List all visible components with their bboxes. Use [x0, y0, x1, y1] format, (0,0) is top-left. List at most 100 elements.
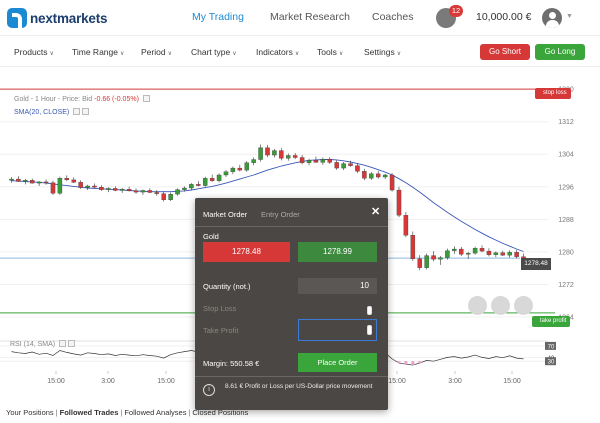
candle-body [113, 188, 118, 191]
settings-box-icon[interactable] [73, 108, 81, 115]
take-profit-tag[interactable]: take profit [532, 316, 571, 327]
candle-body [230, 167, 236, 172]
candle-body [299, 157, 305, 163]
x-tick-label: 3:00 [101, 378, 115, 385]
tab-separator: | [55, 408, 58, 417]
chevron-down-icon: ∨ [294, 51, 300, 57]
settings-box-icon[interactable] [142, 95, 150, 102]
close-icon[interactable]: ✕ [371, 205, 380, 218]
candle-body [292, 155, 298, 158]
go-long-button[interactable]: Go Long [535, 44, 585, 60]
candle-body [403, 215, 409, 236]
x-tick-label: 15:00 [157, 378, 175, 385]
instrument-name: Gold [203, 232, 219, 241]
nav-coaches[interactable]: Coaches [372, 11, 413, 23]
crosshair-icon[interactable] [514, 296, 533, 315]
candle-body [223, 171, 229, 176]
go-short-button[interactable]: Go Short [480, 44, 530, 60]
settings-box-icon[interactable] [59, 340, 67, 347]
sma-label: SMA(20, CLOSE) [14, 108, 90, 116]
tab-followed-analyses[interactable]: Followed Analyses [124, 408, 186, 417]
tab-your-positions[interactable]: Your Positions [6, 408, 54, 417]
candle-body [9, 178, 14, 181]
menu-chart-type[interactable]: Chart type ∨ [191, 47, 237, 57]
rsi-oversold-fill [404, 361, 408, 365]
nav-my-trading[interactable]: My Trading [192, 11, 244, 23]
candle-body [334, 162, 339, 169]
candle-body [459, 248, 464, 255]
menu-time-range[interactable]: Time Range ∨ [72, 47, 124, 57]
candle-body [202, 178, 208, 186]
candle-body [216, 174, 222, 181]
tab-market-order[interactable]: Market Order [203, 210, 247, 219]
take-profit-label: Take Profit [203, 326, 239, 335]
user-avatar-icon[interactable] [542, 8, 562, 28]
candle-body [327, 158, 333, 163]
candle-body [147, 190, 153, 193]
rsi-oversold-fill [418, 361, 422, 364]
menu-period[interactable]: Period ∨ [141, 47, 172, 57]
candle-body [306, 160, 312, 163]
candle-body [71, 179, 76, 183]
buy-price-button[interactable]: 1278.99 [298, 242, 377, 262]
menu-products[interactable]: Products ∨ [14, 47, 54, 57]
x-tick-label: 15:00 [388, 378, 406, 385]
chevron-down-icon[interactable]: ▼ [566, 13, 573, 20]
candle-body [23, 180, 28, 182]
quantity-input[interactable]: 10 [298, 278, 377, 294]
remove-box-icon[interactable] [68, 340, 76, 347]
chevron-down-icon: ∨ [119, 51, 125, 57]
candle-body [189, 184, 194, 189]
candle-body [514, 252, 519, 257]
candle-body [126, 189, 132, 192]
take-profit-input[interactable] [298, 319, 377, 341]
candle-body [452, 248, 457, 251]
candle-body [500, 252, 506, 256]
nav-market-research[interactable]: Market Research [270, 11, 350, 23]
menu-settings[interactable]: Settings ∨ [364, 47, 401, 57]
candle-body [472, 248, 478, 254]
margin-text: Margin: 550.58 € [203, 359, 260, 368]
menu-tools[interactable]: Tools ∨ [317, 47, 343, 57]
candle-body [50, 182, 56, 194]
sma-label-text: SMA(20, CLOSE) [14, 109, 70, 116]
tab-separator: | [188, 408, 191, 417]
candle-body [279, 150, 284, 159]
remove-box-icon[interactable] [82, 108, 90, 115]
divider [195, 376, 388, 377]
chevron-down-icon: ∨ [232, 51, 237, 57]
y-tick-label: 1280 [558, 249, 574, 256]
x-tick-label: 15:00 [47, 378, 65, 385]
sell-price-button[interactable]: 1278.48 [203, 242, 290, 262]
candle-body [479, 248, 485, 252]
candle-body [29, 180, 35, 184]
chevron-down-icon: ∨ [49, 51, 54, 57]
info-text: 8.61 € Profit or Loss per US-Dollar pric… [225, 383, 373, 390]
take-profit-toggle[interactable] [367, 325, 372, 335]
candle-body [431, 255, 436, 260]
zoom-icon[interactable] [468, 296, 487, 315]
pan-icon[interactable] [491, 296, 510, 315]
chevron-down-icon: ∨ [396, 51, 402, 57]
stop-loss-toggle[interactable] [367, 306, 372, 315]
candle-body [16, 178, 21, 182]
candle-body [64, 178, 70, 181]
rsi-label-text: RSI (14, SMA) [10, 341, 56, 348]
menu-indicators[interactable]: Indicators ∨ [256, 47, 299, 57]
tab-entry-order[interactable]: Entry Order [261, 210, 300, 219]
candle-body [375, 173, 381, 178]
candle-body [424, 255, 429, 268]
instrument-info: Gold - 1 Hour - Price: Bid -0.66 (-0.05%… [14, 95, 150, 103]
tab-followed-trades[interactable]: Followed Trades [60, 408, 119, 417]
x-tick-label: 3:00 [448, 378, 462, 385]
candle-body [57, 178, 63, 194]
stop-loss-tag[interactable]: stop loss [535, 88, 571, 99]
candle-body [272, 150, 277, 156]
logo[interactable]: nextmarkets [7, 8, 108, 28]
candle-body [85, 185, 90, 188]
candle-body [196, 184, 201, 186]
candle-body [465, 252, 471, 255]
candle-body [140, 190, 146, 193]
candle-body [43, 181, 49, 184]
place-order-button[interactable]: Place Order [298, 353, 377, 372]
